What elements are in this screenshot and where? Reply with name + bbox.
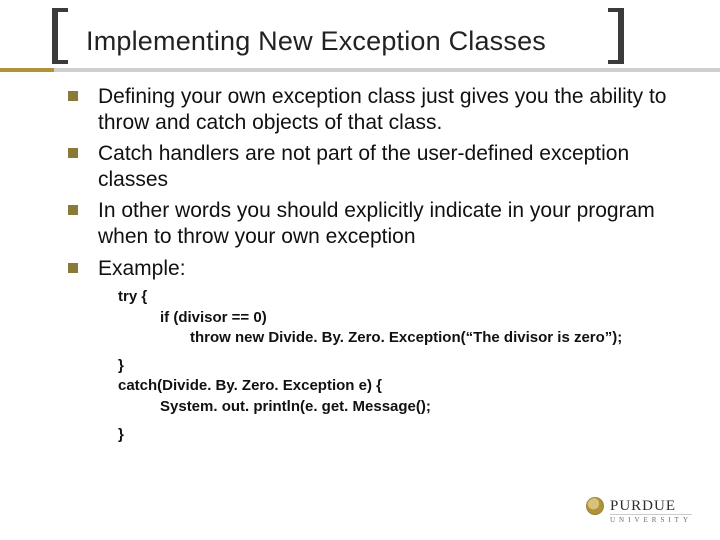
bracket-left-icon <box>52 8 74 64</box>
bullet-list: Defining your own exception class just g… <box>64 84 694 281</box>
bullet-text: In other words you should explicitly ind… <box>98 199 655 248</box>
code-line: System. out. println(e. get. Message(); <box>160 397 694 417</box>
seal-icon <box>586 497 604 515</box>
divider <box>0 68 720 72</box>
bullet-text: Example: <box>98 257 186 280</box>
slide: Implementing New Exception Classes Defin… <box>0 0 720 540</box>
slide-title: Implementing New Exception Classes <box>86 18 720 57</box>
list-item: Defining your own exception class just g… <box>64 84 694 135</box>
logo-name: PURDUE <box>610 498 676 515</box>
purdue-logo: PURDUE UNIVERSITY <box>586 497 692 524</box>
list-item: In other words you should explicitly ind… <box>64 198 694 249</box>
code-line: try { <box>118 287 694 307</box>
code-line: } <box>118 356 694 376</box>
logo-sub: UNIVERSITY <box>610 514 692 524</box>
code-line: catch(Divide. By. Zero. Exception e) { <box>118 376 694 396</box>
bullet-text: Defining your own exception class just g… <box>98 85 666 134</box>
bullet-text: Catch handlers are not part of the user-… <box>98 142 629 191</box>
code-line: } <box>118 425 694 445</box>
title-area: Implementing New Exception Classes <box>0 0 720 57</box>
slide-body: Defining your own exception class just g… <box>64 84 694 445</box>
code-block: try { if (divisor == 0) throw new Divide… <box>118 287 694 445</box>
code-line: throw new Divide. By. Zero. Exception(“T… <box>190 328 694 348</box>
code-line: if (divisor == 0) <box>160 308 694 328</box>
bracket-right-icon <box>602 8 624 64</box>
list-item: Catch handlers are not part of the user-… <box>64 141 694 192</box>
list-item: Example: <box>64 256 694 282</box>
